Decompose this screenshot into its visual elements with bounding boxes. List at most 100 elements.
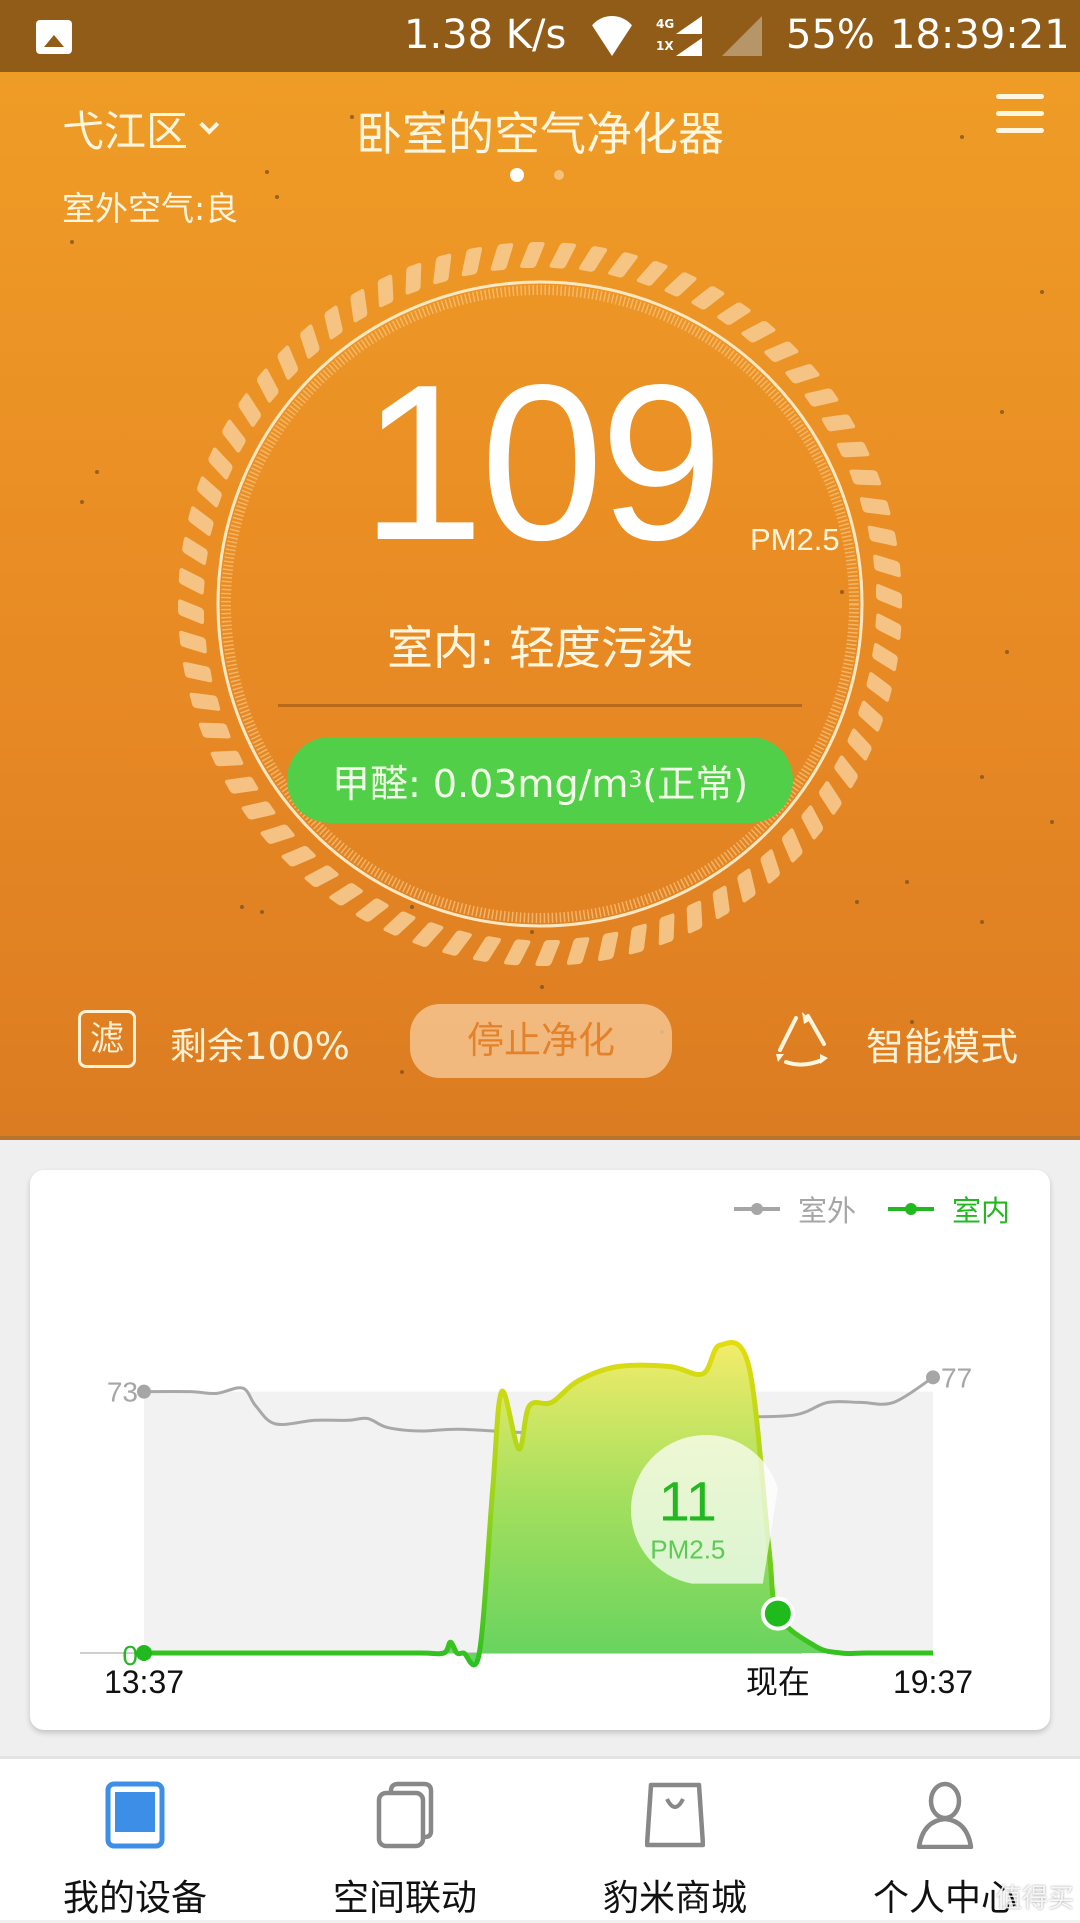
smart-mode-label[interactable]: 智能模式 <box>866 1016 1018 1071</box>
formaldehyde-status: (正常) <box>642 761 749 806</box>
chart-canvas[interactable]: 73 77 0 11 PM2.5 13:37 现在 19:37 <box>30 1170 1050 1730</box>
ring-tick <box>405 262 422 295</box>
unit-superscript: 3 <box>628 767 643 793</box>
ring-tick <box>329 883 363 906</box>
indoor-status: 室内: 轻度污染 <box>386 621 694 675</box>
formaldehyde-value: 甲醛: 0.03mg/m <box>331 761 629 806</box>
ring-tick <box>712 885 730 920</box>
stop-purify-button[interactable]: 停止净化 <box>410 1004 672 1078</box>
outdoor-end-point <box>926 1370 940 1385</box>
ring-tick <box>834 755 858 789</box>
ring-tick <box>664 272 697 297</box>
ring-tick <box>717 302 751 325</box>
ring-tick <box>691 286 725 310</box>
ring-tick <box>412 922 444 947</box>
dust-particle <box>70 240 74 244</box>
menu-icon[interactable] <box>996 94 1044 134</box>
ring-tick <box>781 828 803 863</box>
ring-tick <box>566 937 590 965</box>
linkage-icon <box>376 1781 434 1849</box>
ring-tick <box>490 243 514 271</box>
filter-icon[interactable]: 滤 <box>78 1010 136 1068</box>
ring-tick <box>737 868 756 903</box>
outdoor-end-label: 77 <box>941 1362 972 1393</box>
ring-tick <box>383 911 416 936</box>
network-type-top: 4G <box>656 17 675 31</box>
dust-particle <box>980 920 984 924</box>
now-marker[interactable] <box>760 1596 795 1631</box>
wifi-icon <box>586 16 638 56</box>
ring-tick <box>801 805 824 840</box>
formaldehyde-badge: 甲醛: 0.03mg/m 3 (正常) <box>287 737 793 823</box>
network-type-bottom: 1X <box>656 39 674 53</box>
outdoor-start-label: 73 <box>107 1377 138 1408</box>
status-bar: 1.38 K/s 4G 1X 55% 18:39:21 <box>0 0 1080 72</box>
ring-tick <box>442 930 472 956</box>
battery-level: 55% <box>786 12 875 58</box>
ring-tick <box>858 700 883 732</box>
bottom-tab-bar: 我的设备 空间联动 豹米商城 个人中心 <box>0 1756 1080 1920</box>
ring-tick <box>847 728 872 761</box>
divider <box>278 704 802 707</box>
pm25-history-chart: 室外 室内 73 77 0 11 PM2.5 13:37 现在 19:37 <box>30 1170 1050 1730</box>
x-tick-end: 19:37 <box>893 1664 973 1700</box>
filter-remaining[interactable]: 剩余100% <box>170 1016 350 1070</box>
ring-tick <box>535 940 560 966</box>
outdoor-start-point <box>137 1384 151 1399</box>
ring-tick <box>578 246 608 272</box>
ring-tick <box>597 931 619 961</box>
ring-tick <box>198 722 231 739</box>
ring-tick <box>304 865 339 888</box>
dust-particle <box>1050 820 1054 824</box>
page-dot[interactable] <box>554 170 564 180</box>
ring-tick <box>686 900 703 934</box>
dust-particle <box>265 170 269 174</box>
tab-label: 我的设备 <box>62 1878 207 1919</box>
ring-tick <box>636 261 668 286</box>
ring-tick <box>760 849 780 884</box>
chart-tooltip: 11 PM2.5 <box>630 1434 778 1584</box>
dust-particle <box>400 1070 404 1074</box>
signal-empty-icon <box>722 16 762 56</box>
ring-tick <box>608 252 638 278</box>
signal-icon: 4G 1X <box>656 16 704 56</box>
page-indicator <box>510 168 564 182</box>
dust-particle <box>1040 290 1044 294</box>
tooltip-unit: PM2.5 <box>650 1535 725 1565</box>
ring-tick <box>504 939 531 966</box>
watermark: 值得买 <box>995 1884 1074 1914</box>
pm25-unit: PM2.5 <box>750 522 840 557</box>
pm25-value: 109 <box>360 339 723 587</box>
tab-label: 空间联动 <box>332 1878 477 1919</box>
shop-bag-icon <box>645 1782 705 1848</box>
device-icon <box>105 1781 165 1849</box>
ring-tick <box>876 584 902 609</box>
dust-particle <box>980 775 984 779</box>
tab-shop[interactable]: 豹米商城 <box>540 1759 810 1923</box>
ring-tick <box>210 750 244 767</box>
person-icon <box>916 1781 974 1849</box>
ring-tick <box>355 898 389 922</box>
ring-tick <box>281 845 316 867</box>
tab-space-linkage[interactable]: 空间联动 <box>270 1759 540 1923</box>
indoor-start-point <box>136 1645 152 1661</box>
x-tick-now: 现在 <box>746 1663 810 1701</box>
gallery-icon <box>36 20 72 54</box>
network-speed: 1.38 K/s <box>404 12 567 58</box>
ring-tick <box>658 913 675 946</box>
tab-label: 豹米商城 <box>602 1878 747 1919</box>
ring-tick <box>433 253 452 285</box>
tab-my-devices[interactable]: 我的设备 <box>0 1759 270 1923</box>
dust-particle <box>540 985 544 989</box>
ring-tick <box>819 781 842 815</box>
smart-mode-icon[interactable] <box>770 1010 836 1072</box>
ring-tick <box>741 320 776 343</box>
page-dot-active[interactable] <box>510 168 524 182</box>
clock: 18:39:21 <box>890 12 1070 58</box>
ring-tick <box>377 274 394 308</box>
ring-tick <box>241 801 276 820</box>
ring-tick <box>461 247 483 277</box>
ring-tick <box>472 936 502 962</box>
device-title: 卧室的空气净化器 <box>356 107 724 161</box>
air-quality-panel: 弋江区 卧室的空气净化器 室外空气:良 109 PM2.5 室内: 轻度污染 甲… <box>0 72 1080 1140</box>
